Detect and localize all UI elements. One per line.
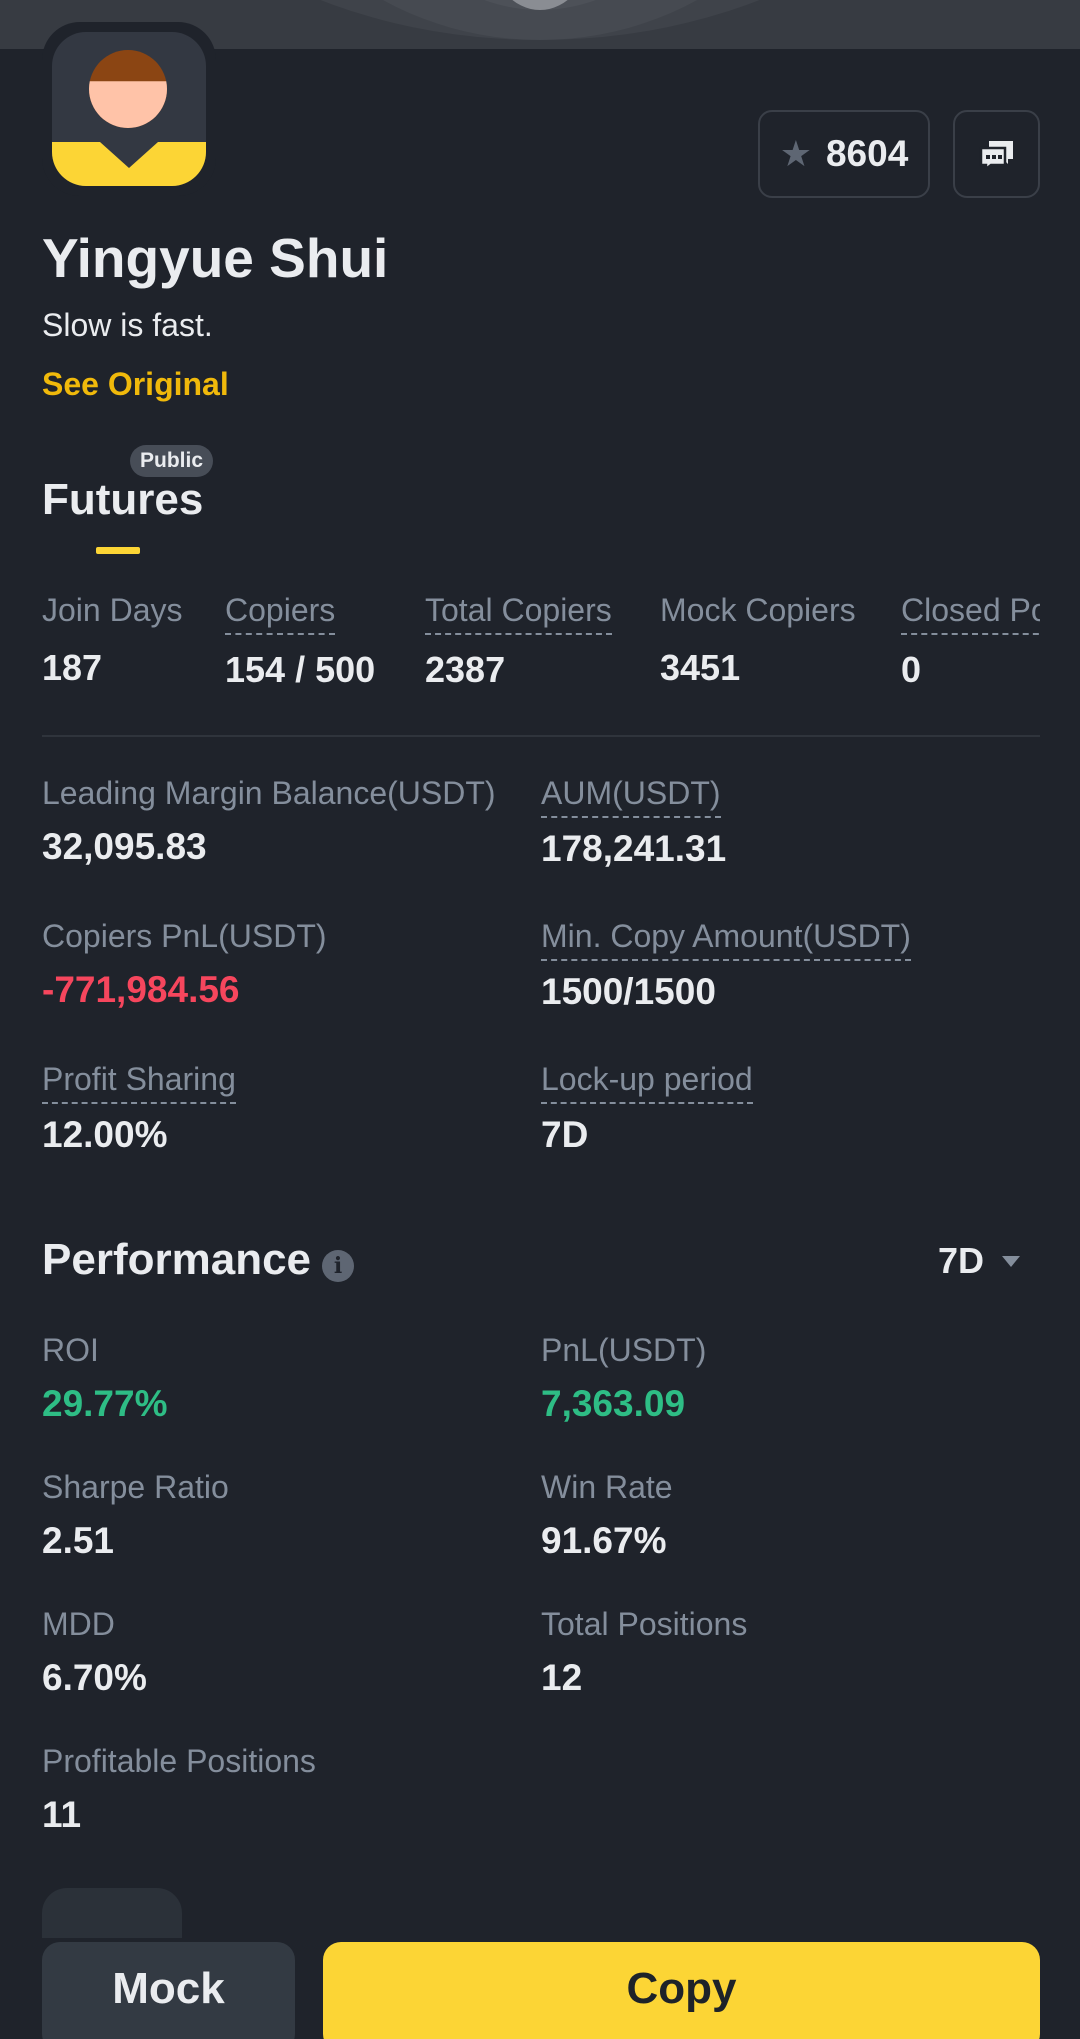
public-badge: Public	[130, 445, 214, 477]
see-original-link[interactable]: See Original	[42, 366, 229, 403]
perf-sharpe-ratio: Sharpe Ratio 2.51	[42, 1469, 229, 1561]
profit-sharing[interactable]: Profit Sharing 12.00%	[42, 1061, 236, 1156]
stat-copiers[interactable]: Copiers 154 / 500	[225, 592, 375, 691]
avatar[interactable]	[42, 22, 216, 196]
perf-total-positions: Total Positions 12	[541, 1606, 748, 1698]
chat-icon	[979, 141, 1013, 169]
trader-bio: Slow is fast.	[42, 307, 213, 343]
stat-closed-positions[interactable]: Closed Po 0	[901, 592, 1040, 691]
period-value: 7D	[938, 1240, 985, 1281]
stats-row[interactable]: Join Days 187 Copiers 154 / 500 Total Co…	[42, 592, 1040, 702]
perf-mdd: MDD 6.70%	[42, 1606, 147, 1698]
stat-mock-copiers: Mock Copiers 3451	[660, 592, 856, 688]
stat-total-copiers[interactable]: Total Copiers 2387	[425, 592, 612, 691]
lock-up-period[interactable]: Lock-up period 7D	[541, 1061, 753, 1156]
min-copy-amount[interactable]: Min. Copy Amount(USDT) 1500/1500	[541, 918, 911, 1013]
divider	[42, 735, 1040, 737]
copy-button[interactable]: Copy	[323, 1942, 1040, 2039]
leading-margin-balance: Leading Margin Balance(USDT) 32,095.83	[42, 775, 496, 867]
perf-roi: ROI 29.77%	[42, 1332, 168, 1424]
perf-pnl: PnL(USDT) 7,363.09	[541, 1332, 707, 1424]
performance-title: Performance	[42, 1235, 312, 1284]
favorite-button[interactable]: ★ 8604	[758, 110, 930, 198]
stat-join-days: Join Days 187	[42, 592, 183, 688]
perf-profitable-positions: Profitable Positions 11	[42, 1743, 316, 1835]
perf-win-rate: Win Rate 91.67%	[541, 1469, 673, 1561]
chat-button[interactable]	[953, 110, 1040, 198]
mock-button[interactable]: Mock	[42, 1942, 295, 2039]
trader-name: Yingyue Shui	[42, 227, 389, 289]
star-icon: ★	[779, 133, 812, 174]
info-icon[interactable]: i	[322, 1250, 354, 1282]
aum[interactable]: AUM(USDT) 178,241.31	[541, 775, 726, 870]
period-select[interactable]: 7D	[938, 1240, 1021, 1282]
tab-futures[interactable]: Futures	[42, 475, 203, 525]
copiers-pnl: Copiers PnL(USDT) -771,984.56	[42, 918, 327, 1010]
caret-down-icon	[1002, 1255, 1021, 1267]
tab-active-indicator	[96, 547, 140, 554]
next-section-chip[interactable]	[42, 1888, 182, 1938]
favorites-count: 8604	[825, 133, 909, 174]
